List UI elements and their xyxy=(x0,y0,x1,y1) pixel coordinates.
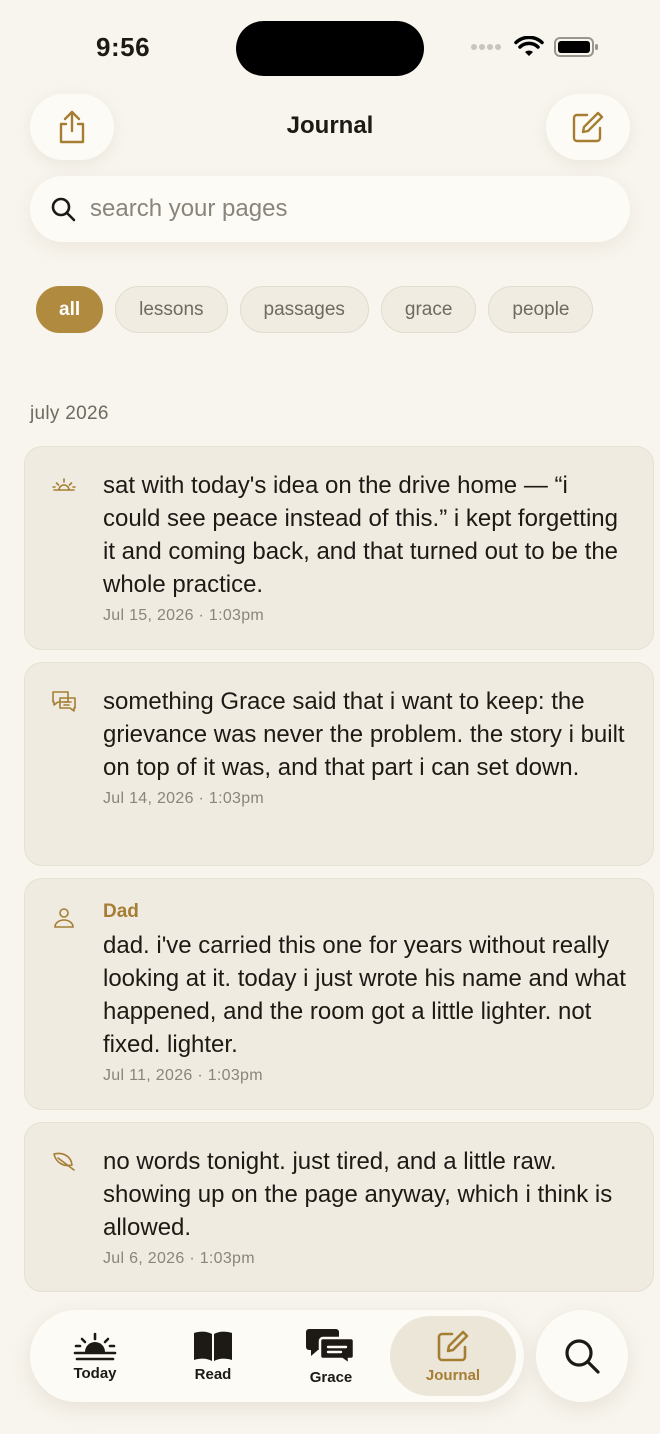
entry-date: Jul 11, 2026 · 1:03pm xyxy=(103,1067,263,1084)
search-input[interactable] xyxy=(90,195,570,223)
search-button[interactable] xyxy=(536,1310,628,1402)
entry-text: sat with today's idea on the drive home … xyxy=(103,472,619,598)
dynamic-island xyxy=(236,21,424,76)
tab-grace[interactable]: Grace xyxy=(272,1316,390,1396)
signal-icon xyxy=(471,44,501,50)
status-bar: 9:56 xyxy=(0,0,660,96)
wifi-icon xyxy=(514,36,544,56)
filter-chip-grace[interactable]: grace xyxy=(380,286,477,333)
status-icons xyxy=(470,36,600,58)
journal-entry[interactable]: no words tonight. just tired, and a litt… xyxy=(24,1122,654,1292)
journal-entry[interactable]: sat with today's idea on the drive home … xyxy=(24,446,654,650)
filter-chip-lessons[interactable]: lessons xyxy=(115,286,228,333)
leaf-icon xyxy=(53,1152,75,1171)
entry-text: no words tonight. just tired, and a litt… xyxy=(103,1148,613,1241)
compose-icon xyxy=(437,1330,469,1361)
status-time: 9:56 xyxy=(96,32,151,62)
tab-bar: Today Read Grace Journal xyxy=(30,1310,524,1402)
entry-date: Jul 14, 2026 · 1:03pm xyxy=(103,790,265,807)
entry-date: Jul 15, 2026 · 1:03pm xyxy=(103,607,265,624)
chat-bubbles-icon xyxy=(306,1328,356,1365)
book-icon xyxy=(194,1331,232,1361)
filter-chip-passages[interactable]: passages xyxy=(239,286,369,333)
journal-entry[interactable]: something Grace said that i want to keep… xyxy=(24,662,654,866)
filter-chip-all[interactable]: all xyxy=(36,286,104,333)
entry-text: dad. i've carried this one for years wit… xyxy=(103,932,626,1058)
search-bar[interactable] xyxy=(30,176,630,242)
tab-today[interactable]: Today xyxy=(36,1316,154,1396)
sunrise-icon xyxy=(52,478,76,491)
sunrise-icon xyxy=(73,1332,117,1360)
entry-person: Dad xyxy=(103,901,139,922)
entry-date: Jul 6, 2026 · 1:03pm xyxy=(103,1250,255,1267)
chat-bubbles-icon xyxy=(52,691,76,712)
filter-chips: all lessons passages grace people xyxy=(36,286,594,333)
search-icon xyxy=(51,197,76,222)
compose-button[interactable] xyxy=(546,94,630,160)
tab-read[interactable]: Read xyxy=(154,1316,272,1396)
battery-icon xyxy=(554,37,598,57)
tab-label: Grace xyxy=(309,1368,353,1386)
section-label: july 2026 xyxy=(30,403,109,424)
tab-label: Today xyxy=(73,1364,117,1382)
person-icon xyxy=(54,908,74,928)
filter-chip-people[interactable]: people xyxy=(488,286,594,333)
entry-text: something Grace said that i want to keep… xyxy=(103,688,625,781)
tab-journal[interactable]: Journal xyxy=(390,1316,516,1396)
compose-icon xyxy=(572,111,604,143)
journal-entry[interactable]: Dad dad. i've carried this one for years… xyxy=(24,878,654,1110)
tab-label: Read xyxy=(194,1365,232,1383)
search-icon xyxy=(565,1339,600,1374)
tab-label: Journal xyxy=(425,1366,481,1384)
